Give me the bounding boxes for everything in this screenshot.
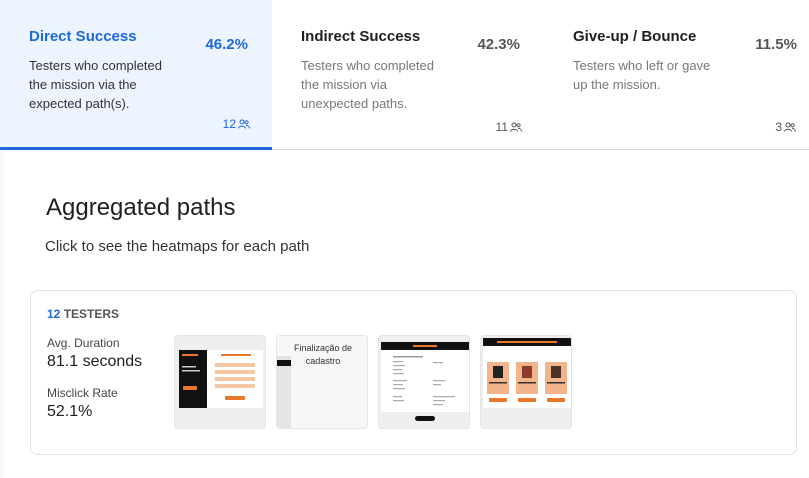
path-screen-thumbnail[interactable] [174, 335, 266, 429]
tester-count: 12 TESTERS [47, 307, 119, 321]
tester-count-value: 12 [47, 307, 61, 321]
misclick-rate-label: Misclick Rate [47, 386, 118, 400]
tab-count-value: 12 [222, 117, 236, 131]
tab-description: Testers who completed the mission via un… [301, 58, 434, 111]
tab-title: Give-up / Bounce [573, 28, 697, 45]
screen-preview-image [481, 336, 571, 428]
tab-count-value: 3 [775, 120, 782, 134]
misclick-rate-value: 52.1% [47, 403, 93, 420]
outcome-tabs: Direct Success 46.2% Testers who complet… [0, 0, 809, 150]
tab-give-up-bounce[interactable]: Give-up / Bounce 11.5% Testers who left … [544, 0, 809, 150]
screen-preview-image [175, 336, 265, 428]
people-icon [510, 122, 522, 132]
tab-direct-success[interactable]: Direct Success 46.2% Testers who complet… [0, 0, 272, 150]
people-icon [238, 119, 250, 129]
avg-duration-label: Avg. Duration [47, 336, 120, 350]
people-icon [784, 122, 796, 132]
path-card[interactable]: 12 TESTERS Avg. Duration 81.1 seconds Mi… [30, 290, 797, 455]
screen-preview-image [379, 336, 469, 428]
tab-description: Testers who completed the mission via th… [29, 58, 162, 111]
tab-percent: 46.2% [205, 36, 248, 53]
tab-count-value: 11 [495, 120, 508, 134]
tab-indirect-success[interactable]: Indirect Success 42.3% Testers who compl… [272, 0, 544, 150]
tab-count: 3 [775, 120, 796, 134]
tab-description: Testers who left or gave up the mission. [573, 58, 711, 92]
tab-count: 11 [496, 120, 522, 134]
aggregated-paths-section: Aggregated paths Click to see the heatma… [4, 150, 809, 478]
thumbnail-caption: Finalização de cadastro [293, 343, 353, 366]
path-screen-thumbnail[interactable]: Finalização de cadastro [276, 335, 368, 429]
tab-count: 12 [223, 117, 250, 131]
avg-duration-value: 81.1 seconds [47, 353, 143, 370]
section-subtitle: Click to see the heatmaps for each path [45, 238, 310, 255]
path-screen-thumbnail[interactable] [378, 335, 470, 429]
section-title: Aggregated paths [46, 194, 236, 221]
path-screen-thumbnail[interactable] [480, 335, 572, 429]
tab-percent: 42.3% [477, 36, 520, 53]
tab-percent: 11.5% [755, 36, 797, 53]
tester-count-label: TESTERS [63, 307, 120, 321]
